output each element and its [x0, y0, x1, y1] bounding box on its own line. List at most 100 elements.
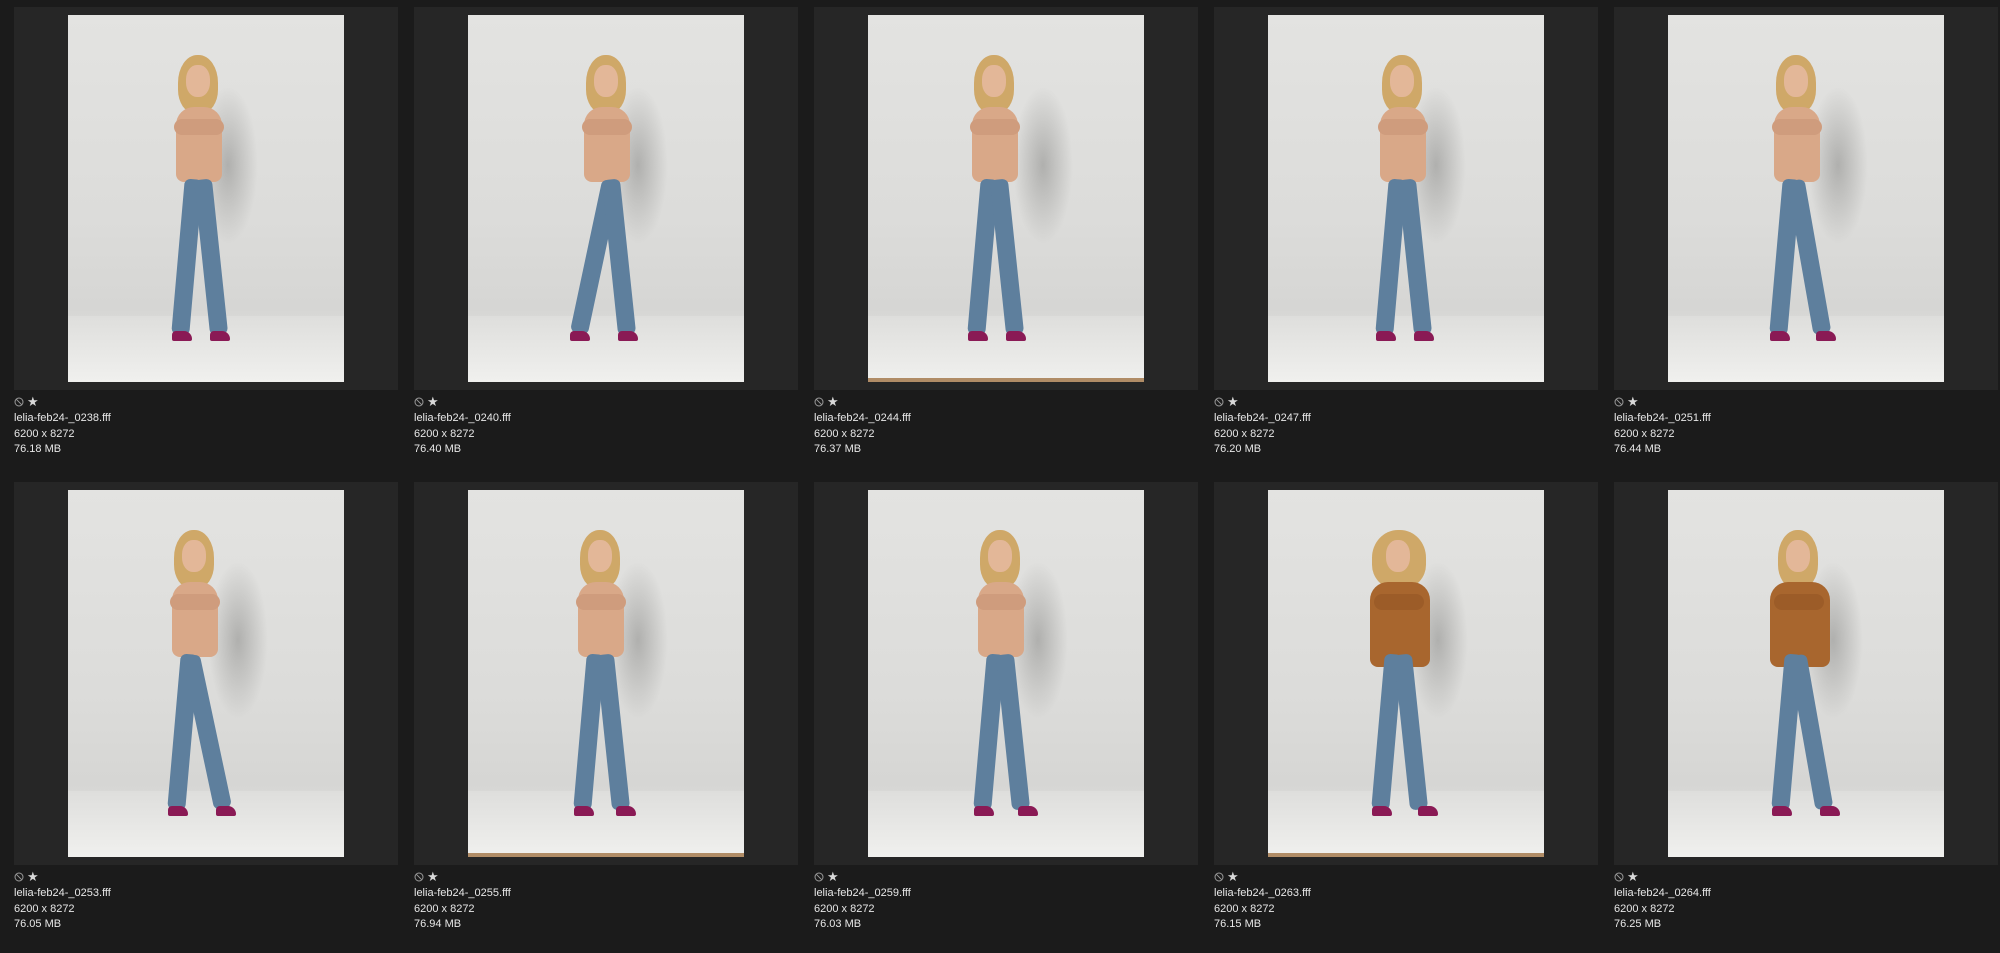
model-figure — [1760, 530, 1840, 840]
thumbnail-metadata: ★ lelia-feb24-_0238.fff 6200 x 8272 76.1… — [14, 393, 398, 460]
image-dimensions: 6200 x 8272 — [414, 902, 475, 915]
thumbnail-frame[interactable] — [1614, 7, 1998, 390]
thumbnail-metadata: ★ lelia-feb24-_0240.fff 6200 x 8272 76.4… — [414, 393, 798, 460]
model-figure — [562, 530, 642, 840]
file-size: 76.15 MB — [1214, 918, 1262, 930]
thumbnail-cell[interactable]: ★ lelia-feb24-_0238.fff 6200 x 8272 76.1… — [14, 7, 398, 460]
star-icon[interactable]: ★ — [427, 396, 439, 409]
model-figure — [956, 55, 1036, 365]
thumbnail-frame[interactable] — [1614, 482, 1998, 865]
filename: lelia-feb24-_0251.fff — [1614, 412, 1711, 424]
photo-thumbnail[interactable] — [68, 15, 344, 382]
filename: lelia-feb24-_0238.fff — [14, 412, 111, 424]
image-dimensions: 6200 x 8272 — [1614, 902, 1675, 915]
model-figure — [160, 55, 240, 365]
star-icon[interactable]: ★ — [1227, 871, 1239, 884]
image-dimensions: 6200 x 8272 — [1214, 427, 1275, 440]
file-size: 76.94 MB — [414, 918, 462, 930]
star-icon[interactable]: ★ — [27, 871, 39, 884]
thumbnail-metadata: ★ lelia-feb24-_0255.fff 6200 x 8272 76.9… — [414, 868, 798, 935]
thumbnail-metadata: ★ lelia-feb24-_0253.fff 6200 x 8272 76.0… — [14, 868, 398, 935]
star-icon[interactable]: ★ — [1227, 396, 1239, 409]
model-figure — [156, 530, 236, 840]
filename: lelia-feb24-_0259.fff — [814, 887, 911, 899]
thumbnail-cell[interactable]: ★ lelia-feb24-_0240.fff 6200 x 8272 76.4… — [414, 7, 798, 460]
thumbnail-cell[interactable]: ★ lelia-feb24-_0251.fff 6200 x 8272 76.4… — [1614, 7, 1998, 460]
image-dimensions: 6200 x 8272 — [14, 427, 75, 440]
image-dimensions: 6200 x 8272 — [14, 902, 75, 915]
file-size: 76.25 MB — [1614, 918, 1662, 930]
filename: lelia-feb24-_0244.fff — [814, 412, 911, 424]
star-icon[interactable]: ★ — [827, 396, 839, 409]
file-size: 76.44 MB — [1614, 443, 1662, 455]
filename: lelia-feb24-_0255.fff — [414, 887, 511, 899]
filename: lelia-feb24-_0263.fff — [1214, 887, 1311, 899]
photo-thumbnail[interactable] — [1268, 490, 1544, 857]
reject-flag-icon[interactable] — [14, 397, 24, 407]
file-size: 76.18 MB — [14, 443, 62, 455]
thumbnail-frame[interactable] — [14, 7, 398, 390]
model-figure — [568, 55, 648, 365]
thumbnail-frame[interactable] — [814, 7, 1198, 390]
file-size: 76.40 MB — [414, 443, 462, 455]
file-size: 76.20 MB — [1214, 443, 1262, 455]
thumbnail-cell[interactable]: ★ lelia-feb24-_0247.fff 6200 x 8272 76.2… — [1214, 7, 1598, 460]
thumbnail-cell[interactable]: ★ lelia-feb24-_0244.fff 6200 x 8272 76.3… — [814, 7, 1198, 460]
model-figure — [1364, 55, 1444, 365]
image-dimensions: 6200 x 8272 — [1214, 902, 1275, 915]
thumbnail-metadata: ★ lelia-feb24-_0263.fff 6200 x 8272 76.1… — [1214, 868, 1598, 935]
photo-thumbnail[interactable] — [468, 15, 744, 382]
file-size: 76.05 MB — [14, 918, 62, 930]
thumbnail-frame[interactable] — [14, 482, 398, 865]
filename: lelia-feb24-_0240.fff — [414, 412, 511, 424]
star-icon[interactable]: ★ — [1627, 396, 1639, 409]
image-dimensions: 6200 x 8272 — [1614, 427, 1675, 440]
file-size: 76.03 MB — [814, 918, 862, 930]
photo-thumbnail[interactable] — [1668, 490, 1944, 857]
thumbnail-metadata: ★ lelia-feb24-_0247.fff 6200 x 8272 76.2… — [1214, 393, 1598, 460]
model-figure — [1758, 55, 1838, 365]
model-figure — [962, 530, 1042, 840]
thumbnail-metadata: ★ lelia-feb24-_0264.fff 6200 x 8272 76.2… — [1614, 868, 1998, 935]
thumbnail-frame[interactable] — [1214, 7, 1598, 390]
filename: lelia-feb24-_0264.fff — [1614, 887, 1711, 899]
reject-flag-icon[interactable] — [1614, 872, 1624, 882]
photo-thumbnail[interactable] — [1668, 15, 1944, 382]
model-figure — [1360, 530, 1440, 840]
thumbnail-metadata: ★ lelia-feb24-_0251.fff 6200 x 8272 76.4… — [1614, 393, 1998, 460]
thumbnail-frame[interactable] — [414, 482, 798, 865]
thumbnail-cell[interactable]: ★ lelia-feb24-_0253.fff 6200 x 8272 76.0… — [14, 482, 398, 935]
photo-thumbnail[interactable] — [1268, 15, 1544, 382]
photo-thumbnail[interactable] — [868, 15, 1144, 382]
filename: lelia-feb24-_0253.fff — [14, 887, 111, 899]
photo-thumbnail[interactable] — [468, 490, 744, 857]
star-icon[interactable]: ★ — [427, 871, 439, 884]
thumbnail-frame[interactable] — [814, 482, 1198, 865]
reject-flag-icon[interactable] — [414, 397, 424, 407]
thumbnail-cell[interactable]: ★ lelia-feb24-_0255.fff 6200 x 8272 76.9… — [414, 482, 798, 935]
image-dimensions: 6200 x 8272 — [814, 902, 875, 915]
thumbnail-cell[interactable]: ★ lelia-feb24-_0259.fff 6200 x 8272 76.0… — [814, 482, 1198, 935]
reject-flag-icon[interactable] — [1214, 397, 1224, 407]
thumbnail-frame[interactable] — [1214, 482, 1598, 865]
star-icon[interactable]: ★ — [27, 396, 39, 409]
thumbnail-cell[interactable]: ★ lelia-feb24-_0263.fff 6200 x 8272 76.1… — [1214, 482, 1598, 935]
reject-flag-icon[interactable] — [14, 872, 24, 882]
file-size: 76.37 MB — [814, 443, 862, 455]
photo-thumbnail[interactable] — [68, 490, 344, 857]
thumbnail-frame[interactable] — [414, 7, 798, 390]
thumbnail-metadata: ★ lelia-feb24-_0244.fff 6200 x 8272 76.3… — [814, 393, 1198, 460]
reject-flag-icon[interactable] — [814, 872, 824, 882]
reject-flag-icon[interactable] — [1614, 397, 1624, 407]
star-icon[interactable]: ★ — [827, 871, 839, 884]
image-dimensions: 6200 x 8272 — [814, 427, 875, 440]
thumbnail-cell[interactable]: ★ lelia-feb24-_0264.fff 6200 x 8272 76.2… — [1614, 482, 1998, 935]
filename: lelia-feb24-_0247.fff — [1214, 412, 1311, 424]
reject-flag-icon[interactable] — [1214, 872, 1224, 882]
thumbnail-metadata: ★ lelia-feb24-_0259.fff 6200 x 8272 76.0… — [814, 868, 1198, 935]
reject-flag-icon[interactable] — [414, 872, 424, 882]
photo-thumbnail[interactable] — [868, 490, 1144, 857]
star-icon[interactable]: ★ — [1627, 871, 1639, 884]
thumbnail-grid: ★ lelia-feb24-_0238.fff 6200 x 8272 76.1… — [14, 7, 2000, 935]
reject-flag-icon[interactable] — [814, 397, 824, 407]
